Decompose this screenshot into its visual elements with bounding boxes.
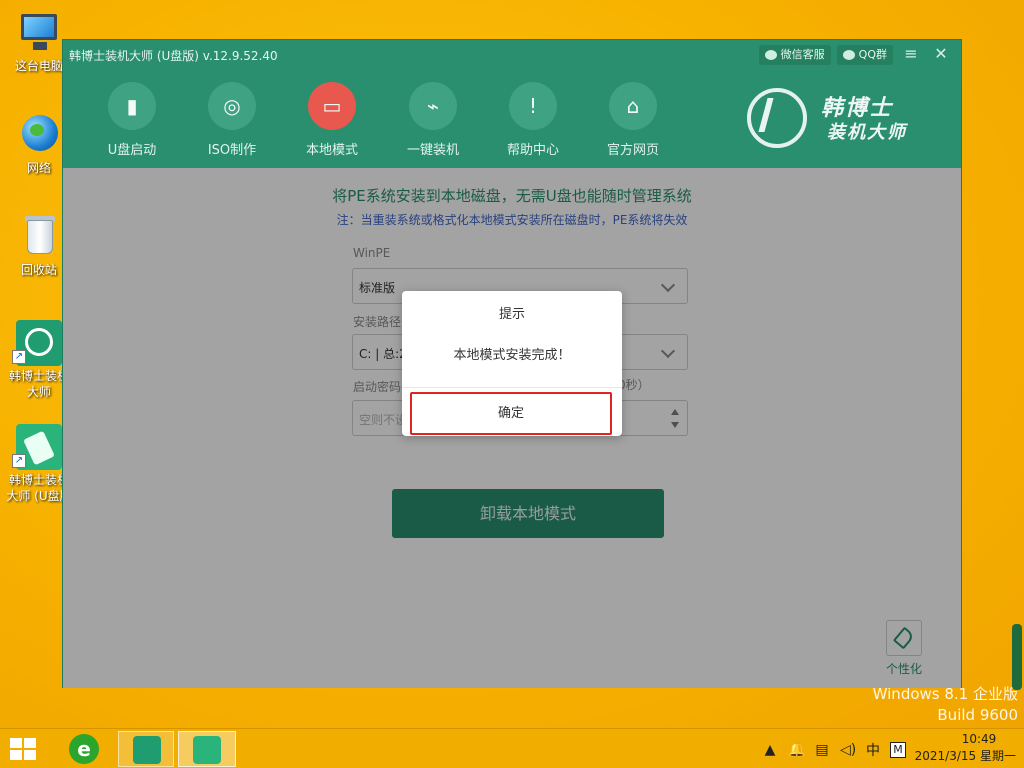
network-status-icon[interactable]: ▤	[814, 742, 830, 758]
taskbar-hanboshi-usb[interactable]	[178, 731, 236, 767]
wechat-icon	[764, 50, 777, 60]
nav-label: 本地模式	[305, 143, 358, 158]
dialog-divider	[402, 387, 622, 388]
watermark-build: Build 9600	[937, 706, 1018, 724]
brand-logo: 韩博士 装机大师	[747, 84, 917, 148]
network-globe-icon	[16, 112, 62, 158]
nav-label: 一键装机	[406, 143, 459, 158]
app-title: 韩博士装机大师 (U盘版) v.12.9.52.40	[69, 49, 278, 63]
qq-icon	[842, 50, 855, 60]
windows-logo-icon	[10, 738, 22, 748]
ime-mode-indicator[interactable]: M	[890, 742, 906, 758]
usb-icon: ▮	[126, 94, 138, 118]
taskbar-browser[interactable]: e	[64, 731, 104, 767]
notification-bell-icon[interactable]: 🔔	[788, 742, 805, 758]
nav-one-click-install[interactable]: ⌁ 一键装机	[388, 82, 478, 158]
nav-iso-make[interactable]: ◎ ISO制作	[187, 82, 277, 158]
dialog-message: 本地模式安装完成！	[453, 348, 571, 363]
nav-label: ISO制作	[207, 143, 257, 158]
ime-language-indicator[interactable]: 中	[866, 740, 880, 760]
start-button[interactable]	[10, 738, 36, 760]
hanboshi-app-icon	[133, 736, 161, 764]
taskbar-clock[interactable]: 10:49 2021/3/15 星期一	[906, 731, 1016, 765]
close-button[interactable]: ✕	[929, 45, 953, 65]
nav-official-site[interactable]: ⌂ 官方网页	[588, 82, 678, 158]
help-bubble-icon: !	[528, 94, 538, 118]
nav-local-mode[interactable]: ▭ 本地模式	[287, 82, 377, 158]
recycle-bin-icon	[16, 214, 62, 260]
show-hidden-icons-caret[interactable]: ▲	[762, 742, 778, 758]
main-nav: ▮ U盘启动 ◎ ISO制作 ▭ 本地模式 ⌁ 一键装机 ! 帮助中心 ⌂ 官方…	[63, 69, 961, 168]
disc-icon: ◎	[223, 94, 241, 118]
wechat-service-label: 微信客服	[780, 48, 825, 61]
clock-time: 10:49	[961, 732, 997, 746]
home-icon: ⌂	[626, 94, 640, 118]
wechat-service-button[interactable]: 微信客服	[758, 45, 831, 65]
dialog-title: 提示	[498, 307, 525, 322]
hanboshi-app-icon: ↗	[12, 320, 62, 366]
nav-help-center[interactable]: ! 帮助中心	[488, 82, 578, 158]
computer-icon	[16, 10, 62, 56]
confirm-button[interactable]: 确定	[410, 392, 612, 435]
qq-group-button[interactable]: QQ群	[836, 45, 893, 65]
windows-watermark: Windows 8.1 企业版 Build 9600	[873, 684, 1018, 726]
pulse-monitor-icon: ⌁	[426, 94, 440, 118]
clock-date: 2021/3/15 星期一	[914, 749, 1016, 763]
hanboshi-usb-app-icon: ↗	[12, 424, 62, 470]
qq-group-label: QQ群	[858, 48, 887, 61]
brand-subtitle: 装机大师	[827, 122, 907, 143]
completion-dialog: 提示 本地模式安装完成！ 确定	[402, 291, 622, 436]
menu-button[interactable]: ≡	[899, 45, 923, 65]
taskbar-hanboshi[interactable]	[118, 731, 174, 767]
desktop-edge-handle	[1012, 624, 1022, 690]
taskbar: e ▲ 🔔 ▤ ◁) 中 M 10:49 2021/3/15 星期一	[0, 728, 1024, 768]
browser-e-icon: e	[69, 734, 99, 764]
monitor-icon: ▭	[322, 94, 342, 118]
title-bar[interactable]: 韩博士装机大师 (U盘版) v.12.9.52.40 微信客服 QQ群 ≡ ✕	[63, 40, 961, 69]
nav-label: 官方网页	[606, 143, 659, 158]
shortcut-arrow-icon: ↗	[12, 454, 26, 468]
menu-icon: ≡	[904, 44, 918, 63]
hanboshi-usb-app-icon	[193, 736, 221, 764]
nav-usb-boot[interactable]: ▮ U盘启动	[87, 82, 177, 158]
volume-icon[interactable]: ◁)	[840, 742, 856, 758]
shortcut-arrow-icon: ↗	[12, 350, 26, 364]
close-icon: ✕	[934, 44, 948, 63]
nav-label: 帮助中心	[506, 143, 559, 158]
system-tray: ▲ 🔔 ▤ ◁) 中 M	[762, 740, 906, 760]
nav-label: U盘启动	[107, 143, 157, 158]
